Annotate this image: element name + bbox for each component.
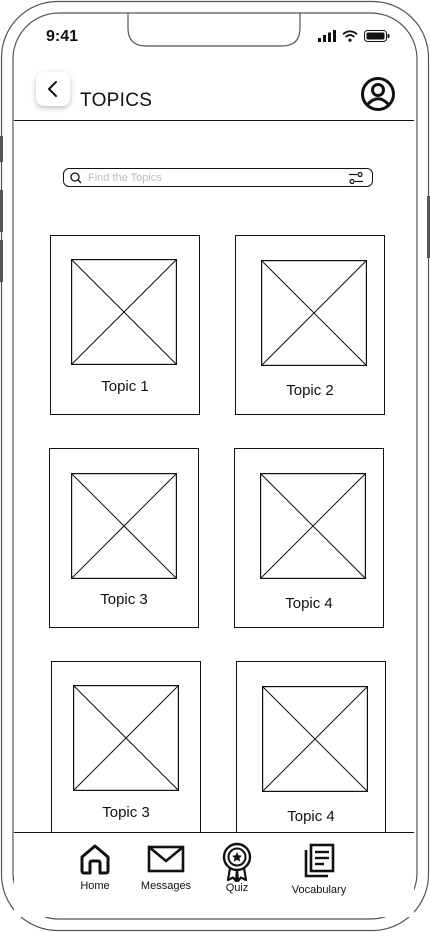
chevron-left-icon	[48, 81, 57, 97]
topic-label: Topic 3	[100, 591, 148, 608]
topic-label: Topic 2	[286, 382, 334, 399]
topic-card[interactable]: Topic 3	[51, 661, 201, 851]
image-placeholder-icon	[262, 686, 368, 792]
header-divider	[14, 120, 414, 121]
search-bar[interactable]	[63, 168, 373, 187]
profile-button[interactable]	[360, 76, 396, 112]
tab-vocabulary[interactable]: Vocabulary	[286, 842, 352, 896]
user-circle-icon	[361, 77, 395, 111]
page-title: TOPICS	[80, 90, 153, 111]
tab-label: Quiz	[225, 882, 249, 894]
topic-label: Topic 3	[102, 804, 150, 821]
image-placeholder-icon	[73, 685, 179, 791]
image-placeholder-icon	[71, 473, 177, 579]
tab-label: Messages	[140, 880, 192, 892]
search-input[interactable]	[88, 171, 328, 184]
filter-icon[interactable]	[348, 171, 364, 185]
signal-icon	[318, 30, 336, 42]
tab-messages[interactable]: Messages	[136, 842, 196, 892]
status-time: 9:41	[46, 28, 79, 45]
topic-label: Topic 4	[285, 595, 333, 612]
status-icons	[318, 30, 390, 42]
image-placeholder-icon	[260, 473, 366, 579]
home-icon	[80, 844, 110, 875]
topic-label: Topic 1	[101, 378, 149, 395]
wifi-icon	[342, 30, 358, 42]
tab-label: Vocabulary	[291, 884, 347, 896]
document-list-icon	[304, 843, 335, 878]
image-placeholder-icon	[71, 259, 177, 365]
tab-home[interactable]: Home	[72, 842, 118, 892]
award-badge-icon	[222, 842, 252, 882]
battery-icon	[364, 30, 390, 42]
tab-quiz[interactable]: Quiz	[216, 842, 258, 894]
image-placeholder-icon	[261, 260, 367, 366]
topic-card[interactable]: Topic 1	[50, 235, 200, 415]
topic-card[interactable]: Topic 3	[49, 448, 199, 628]
tab-label: Home	[80, 880, 110, 892]
topic-card[interactable]: Topic 2	[235, 235, 385, 415]
back-button[interactable]	[36, 72, 70, 106]
topic-label: Topic 4	[287, 808, 335, 825]
topic-card[interactable]: Topic 4	[234, 448, 384, 628]
tab-bar-divider	[14, 832, 414, 833]
topic-card[interactable]: Topic 4	[236, 661, 386, 851]
mail-icon	[147, 845, 185, 873]
search-icon	[70, 171, 82, 183]
